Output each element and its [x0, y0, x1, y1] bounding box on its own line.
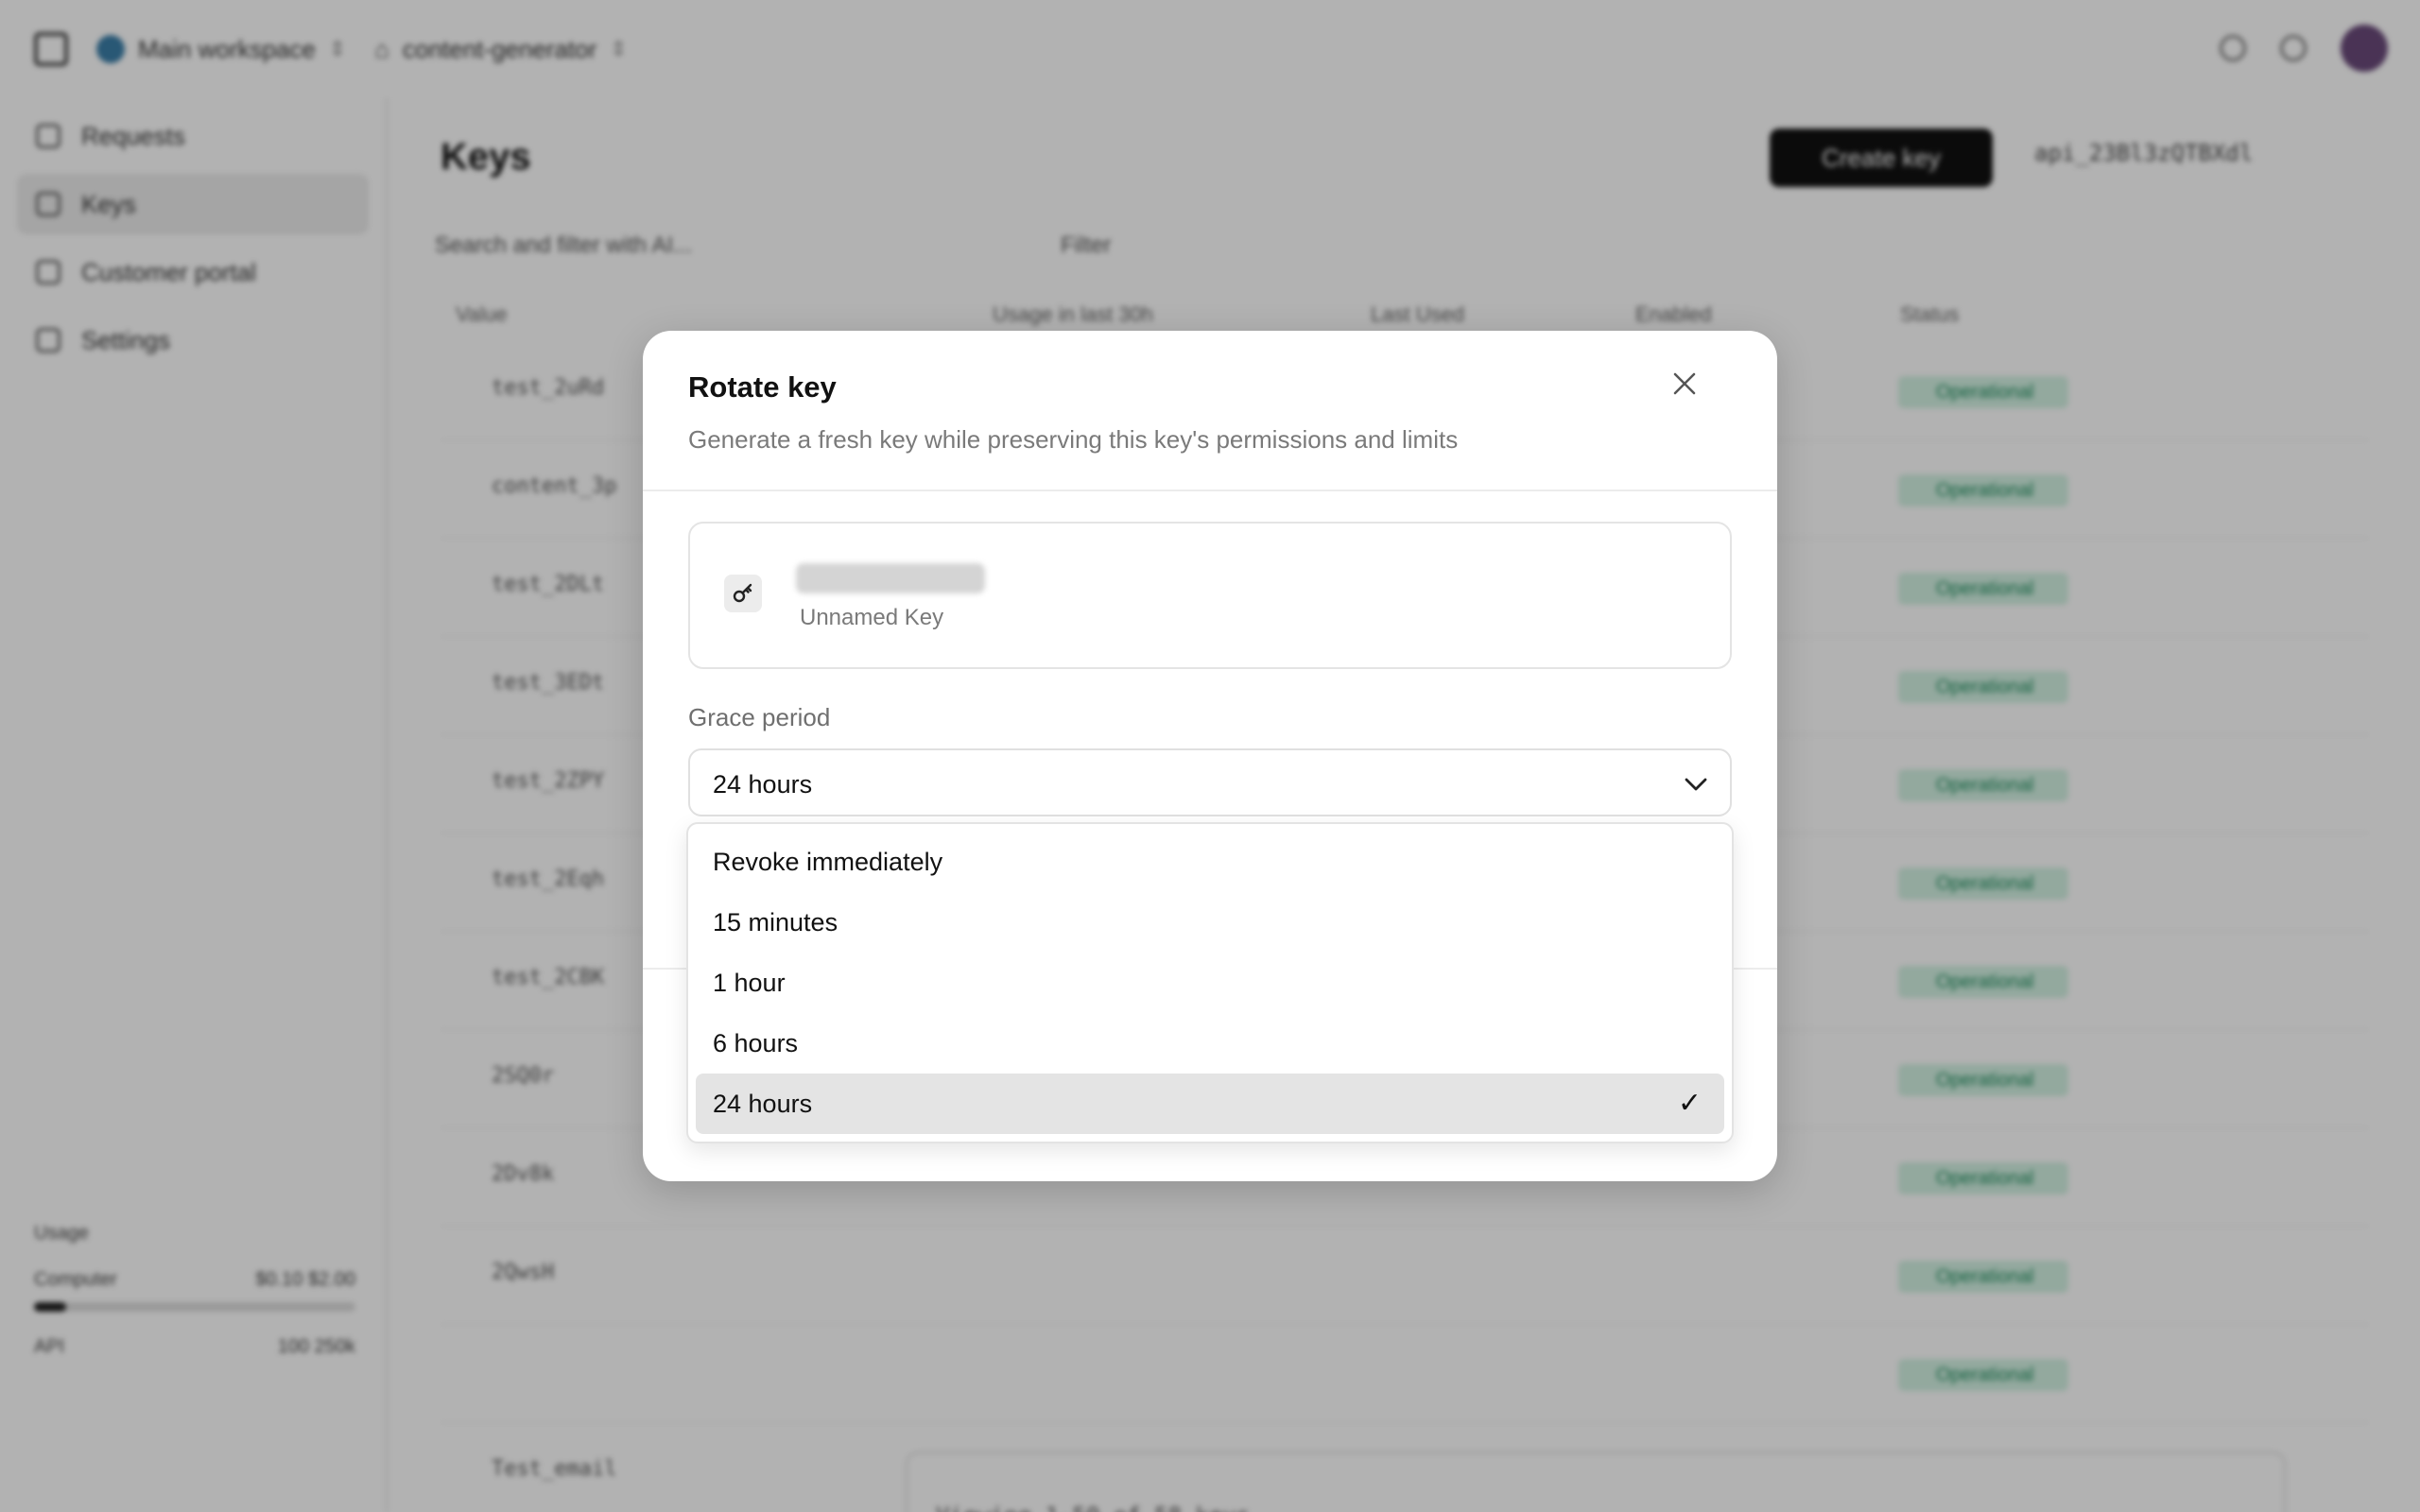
grace-period-options: Revoke immediately 15 minutes 1 hour 6 h… — [686, 822, 1734, 1143]
option-24-hours[interactable]: 24 hours ✓ — [696, 1074, 1724, 1134]
grace-period-label: Grace period — [688, 703, 831, 731]
dialog-divider — [643, 490, 1777, 491]
option-label: 15 minutes — [713, 908, 838, 936]
grace-period-select[interactable]: 24 hours — [688, 748, 1732, 816]
check-icon: ✓ — [1677, 1088, 1702, 1119]
option-6-hours[interactable]: 6 hours — [696, 1013, 1724, 1074]
key-card: Unnamed Key — [688, 522, 1732, 669]
option-label: Revoke immediately — [713, 848, 943, 876]
option-label: 6 hours — [713, 1029, 799, 1057]
option-1-hour[interactable]: 1 hour — [696, 953, 1724, 1013]
redacted-key-value — [796, 563, 985, 593]
close-icon[interactable] — [1666, 365, 1703, 403]
option-label: 24 hours — [713, 1090, 813, 1118]
key-icon — [724, 575, 762, 612]
dialog-title: Rotate key — [688, 370, 837, 404]
key-name: Unnamed Key — [800, 605, 944, 630]
select-value: 24 hours — [713, 770, 813, 799]
dialog-subtitle: Generate a fresh key while preserving th… — [688, 425, 1459, 454]
option-revoke-immediately[interactable]: Revoke immediately — [696, 832, 1724, 892]
chevron-down-icon — [1685, 778, 1707, 791]
option-label: 1 hour — [713, 969, 786, 997]
option-15-minutes[interactable]: 15 minutes — [696, 892, 1724, 953]
